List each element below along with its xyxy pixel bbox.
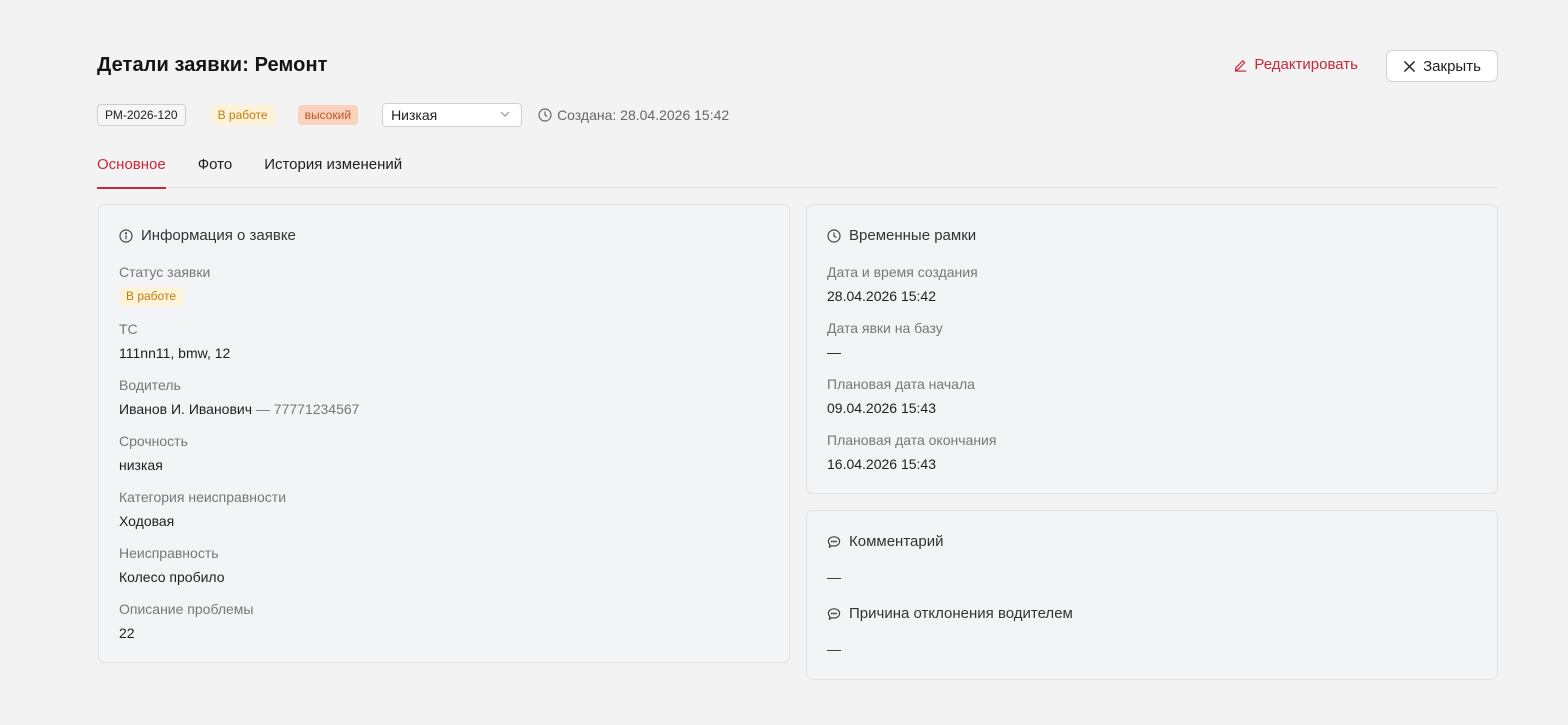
card-title: Информация о заявке	[119, 227, 296, 244]
field-value: 111nn11, bmw, 12	[119, 345, 231, 361]
reject-reason-value: —	[827, 641, 841, 657]
field-label: Дата явки на базу	[827, 320, 943, 336]
tab-history[interactable]: История изменений	[264, 152, 402, 188]
card-title-text: Информация о заявке	[141, 227, 296, 244]
field-value: Колесо пробило	[119, 569, 225, 585]
field-label: Водитель	[119, 377, 181, 393]
close-button[interactable]: Закрыть	[1386, 50, 1498, 82]
vehicle-field: ТС 111nn11, bmw, 12	[119, 320, 230, 362]
field-value: 22	[119, 625, 135, 641]
header: Детали заявки: Ремонт Редактировать Закр…	[97, 50, 1498, 82]
clock-icon	[538, 107, 552, 122]
close-button-label: Закрыть	[1423, 57, 1481, 75]
meta-row: РМ-2026-120 В работе высокий Низкая Созд…	[97, 102, 729, 127]
field-label: Плановая дата окончания	[827, 432, 997, 448]
page-title: Детали заявки: Ремонт	[97, 54, 328, 76]
card-title-text: Временные рамки	[849, 227, 977, 244]
description-field: Описание проблемы 22	[119, 600, 254, 642]
field-label: Дата и время создания	[827, 264, 978, 280]
arrival-field: Дата явки на базу —	[827, 319, 943, 361]
created-field: Дата и время создания 28.04.2026 15:42	[827, 263, 978, 305]
chat-icon	[827, 607, 841, 620]
field-label: Срочность	[119, 433, 188, 449]
edit-button-label: Редактировать	[1254, 56, 1358, 73]
status-badge: В работе	[119, 287, 184, 306]
field-value: —	[827, 344, 841, 360]
status-badge: В работе	[210, 104, 275, 125]
request-id-badge: РМ-2026-120	[97, 103, 186, 126]
field-value: 16.04.2026 15:43	[827, 456, 936, 472]
field-label: Описание проблемы	[119, 601, 254, 617]
time-frames-card: Временные рамки Дата и время создания 28…	[806, 204, 1498, 494]
tab-main[interactable]: Основное	[97, 152, 166, 189]
edit-button[interactable]: Редактировать	[1233, 56, 1358, 73]
card-title: Временные рамки	[827, 227, 976, 244]
comment-title: Комментарий	[827, 533, 943, 550]
urgency-field: Срочность низкая	[119, 432, 188, 474]
field-value: низкая	[119, 457, 163, 473]
chat-icon	[827, 535, 841, 548]
driver-name: Иванов И. Иванович	[119, 401, 253, 417]
chevron-down-icon	[500, 111, 510, 117]
field-label: Неисправность	[119, 545, 219, 561]
category-field: Категория неисправности Ходовая	[119, 488, 286, 530]
status-field: Статус заявки В работе	[119, 263, 210, 306]
request-info-card: Информация о заявке Статус заявки В рабо…	[98, 204, 790, 663]
urgency-select[interactable]: Низкая	[382, 102, 523, 127]
field-label: Статус заявки	[119, 264, 211, 280]
fault-field: Неисправность Колесо пробило	[119, 544, 225, 586]
close-icon	[1404, 60, 1415, 72]
tabs: Основное Фото История изменений	[97, 152, 1498, 189]
priority-badge: высокий	[297, 104, 359, 125]
comment-card: Комментарий — Причина отклонения водител…	[806, 510, 1498, 680]
field-label: Категория неисправности	[119, 489, 287, 505]
created-info: Создана: 28.04.2026 15:42	[538, 107, 729, 123]
plan-start-field: Плановая дата начала 09.04.2026 15:43	[827, 375, 975, 417]
request-details-page: Детали заявки: Ремонт Редактировать Закр…	[97, 50, 1498, 680]
field-value: 28.04.2026 15:42	[827, 288, 936, 304]
field-label: ТС	[119, 321, 138, 337]
comment-value: —	[827, 569, 841, 585]
driver-field: Водитель Иванов И. Иванович — 7777123456…	[119, 376, 359, 418]
field-label: Плановая дата начала	[827, 376, 975, 392]
comment-title-text: Комментарий	[849, 533, 944, 550]
info-icon	[119, 228, 133, 243]
plan-end-field: Плановая дата окончания 16.04.2026 15:43	[827, 431, 996, 473]
clock-icon	[827, 228, 841, 243]
field-value: Ходовая	[119, 513, 175, 529]
reject-reason-title-text: Причина отклонения водителем	[849, 605, 1073, 622]
driver-phone: — 77771234567	[252, 401, 360, 417]
created-text: Создана: 28.04.2026 15:42	[557, 106, 730, 123]
tab-photo[interactable]: Фото	[198, 152, 232, 188]
reject-reason-title: Причина отклонения водителем	[827, 605, 1073, 622]
field-value: 09.04.2026 15:43	[827, 400, 936, 416]
pencil-icon	[1235, 60, 1247, 72]
field-value: Иванов И. Иванович — 77771234567	[119, 400, 359, 418]
urgency-select-value: Низкая	[391, 106, 438, 123]
